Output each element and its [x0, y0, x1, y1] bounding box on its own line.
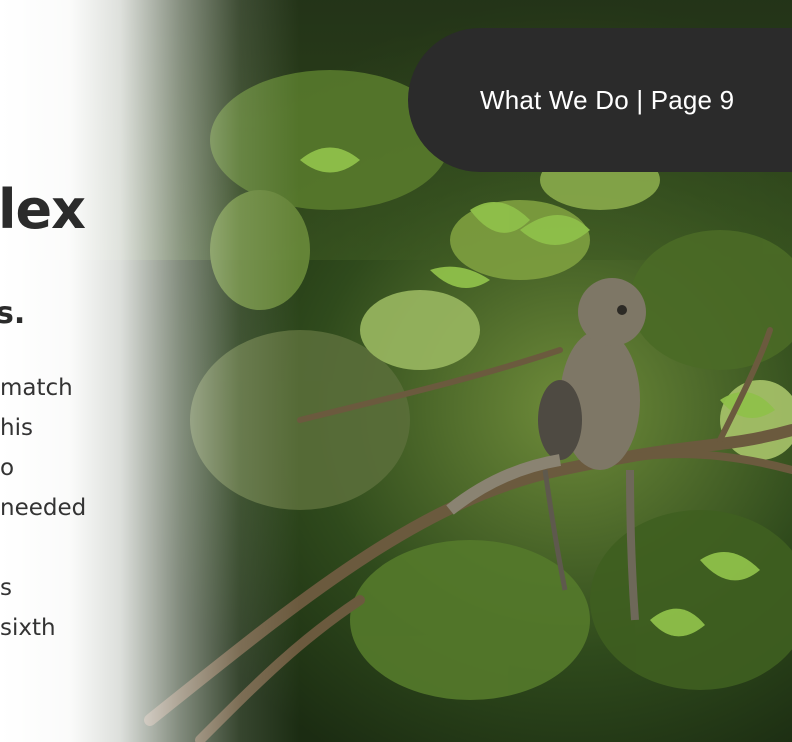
text-panel: lex s. match his o needed s sixth [0, 0, 120, 742]
page: lex s. match his o needed s sixth What W… [0, 0, 792, 742]
body-line: needed [0, 495, 87, 521]
subheading: s. [0, 296, 26, 331]
body-text: match his o needed s sixth [0, 368, 86, 648]
body-line: match [0, 375, 73, 401]
body-line: his [0, 415, 33, 441]
page-label-badge: What We Do | Page 9 [408, 28, 792, 172]
body-line: o [0, 455, 15, 481]
body-line: s [0, 575, 12, 601]
page-label: What We Do | Page 9 [480, 84, 735, 115]
body-line [0, 528, 86, 568]
body-line: sixth [0, 615, 56, 641]
heading: lex [0, 178, 86, 241]
